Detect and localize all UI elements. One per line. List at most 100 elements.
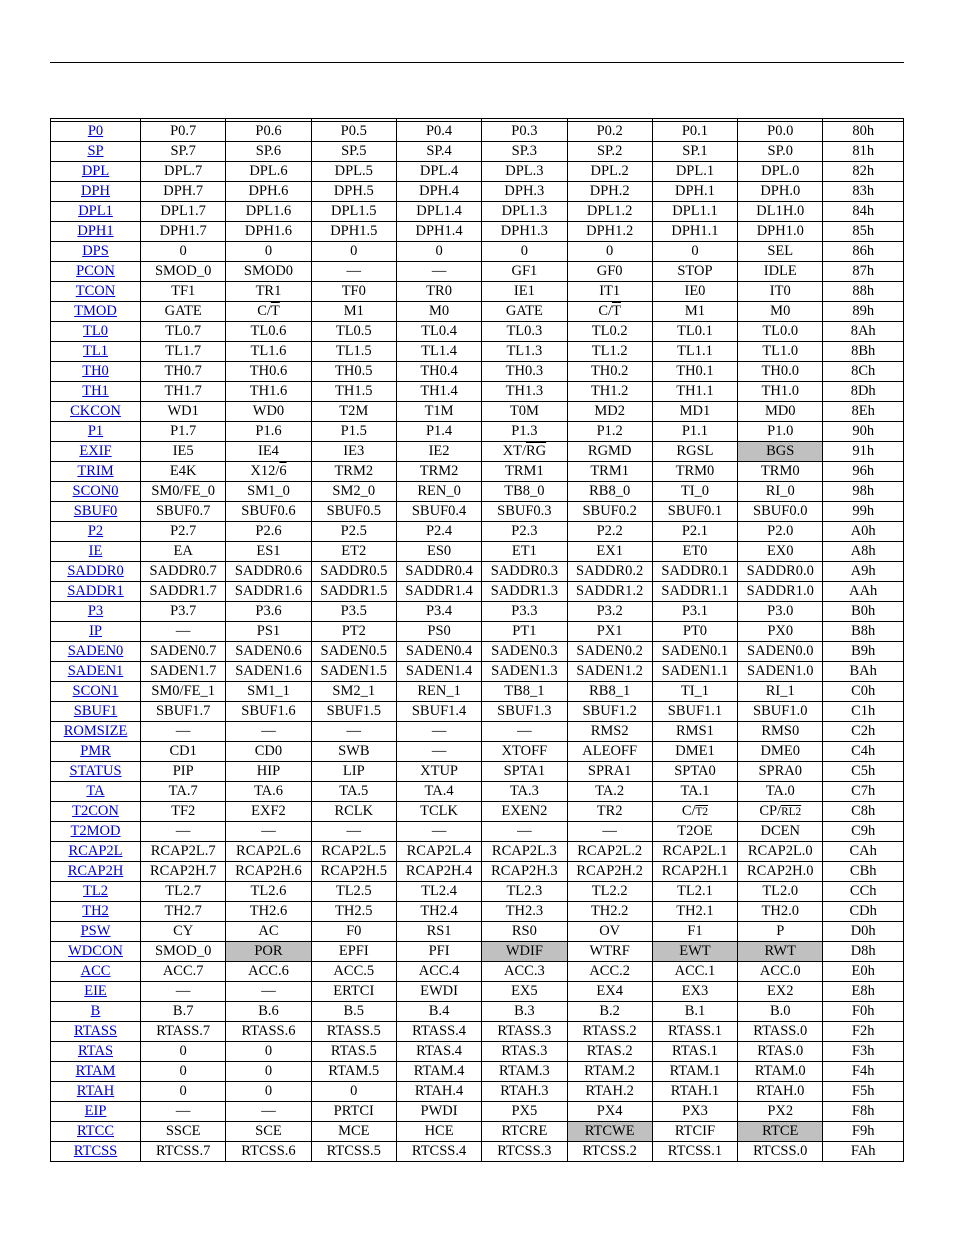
table-row: WDCONSMOD_0POREPFIPFIWDIFWTRFEWTRWTD8h (51, 942, 904, 962)
table-row: STATUSPIPHIPLIPXTUPSPTA1SPRA1SPTA0SPRA0C… (51, 762, 904, 782)
register-link[interactable]: ACC (81, 963, 111, 979)
bit-cell: DPH1.2 (567, 222, 652, 242)
register-link[interactable]: TL2 (83, 883, 108, 899)
register-link[interactable]: SBUF1 (74, 703, 118, 719)
register-link[interactable]: B (91, 1003, 101, 1019)
bit-cell: RTCIF (652, 1122, 737, 1142)
bit-cell: — (396, 262, 481, 282)
register-link[interactable]: RCAP2H (68, 863, 124, 879)
address-cell: A8h (823, 542, 904, 562)
register-link[interactable]: RTAM (76, 1063, 116, 1079)
bit-cell: SADDR1.5 (311, 582, 396, 602)
bit-cell: ET1 (482, 542, 567, 562)
table-row: TATA.7TA.6TA.5TA.4TA.3TA.2TA.1TA.0C7h (51, 782, 904, 802)
bit-cell: SBUF0.2 (567, 502, 652, 522)
bit-cell: TL1.4 (396, 342, 481, 362)
bit-cell: — (396, 722, 481, 742)
register-link[interactable]: PMR (80, 743, 111, 759)
bit-cell: 0 (311, 242, 396, 262)
bit-cell: RWT (738, 942, 823, 962)
bit-cell: SBUF1.0 (738, 702, 823, 722)
register-link[interactable]: T2CON (72, 803, 119, 819)
bit-cell: SP.1 (652, 142, 737, 162)
bit-cell: MD1 (652, 402, 737, 422)
register-link[interactable]: TA (86, 783, 104, 799)
register-link[interactable]: RTAS (78, 1043, 113, 1059)
register-link[interactable]: DPS (82, 243, 109, 259)
register-link[interactable]: RCAP2L (69, 843, 123, 859)
bit-cell: SADEN1.4 (396, 662, 481, 682)
register-link[interactable]: DPH (81, 183, 110, 199)
register-link[interactable]: P2 (88, 523, 103, 539)
table-row: SCON1SM0/FE_1SM1_1SM2_1REN_1TB8_1RB8_1TI… (51, 682, 904, 702)
register-link[interactable]: IE (89, 543, 103, 559)
bit-cell: PIP (141, 762, 226, 782)
bit-cell: ACC.5 (311, 962, 396, 982)
register-link[interactable]: RTCC (77, 1123, 114, 1139)
register-link[interactable]: IP (89, 623, 102, 639)
register-link[interactable]: STATUS (70, 763, 122, 779)
bit-cell: TL0.4 (396, 322, 481, 342)
register-link[interactable]: EIE (84, 983, 107, 999)
bit-cell: — (226, 822, 311, 842)
bit-cell: RTAH.3 (482, 1082, 567, 1102)
bit-cell: B.0 (738, 1002, 823, 1022)
register-link[interactable]: RTCSS (74, 1143, 117, 1159)
bit-cell: WD1 (141, 402, 226, 422)
bit-cell: ET0 (652, 542, 737, 562)
register-link[interactable]: TL0 (83, 323, 108, 339)
register-link[interactable]: P0 (88, 123, 103, 139)
register-link[interactable]: SADEN0 (68, 643, 124, 659)
register-link[interactable]: DPL1 (78, 203, 113, 219)
register-link[interactable]: P3 (88, 603, 103, 619)
bit-cell: TA.1 (652, 782, 737, 802)
bit-cell: RTASS.6 (226, 1022, 311, 1042)
register-link[interactable]: ROMSIZE (64, 723, 128, 739)
register-link[interactable]: SADDR0 (67, 563, 123, 579)
register-link[interactable]: SCON0 (73, 483, 119, 499)
bit-cell: P2.5 (311, 522, 396, 542)
bit-cell: RCAP2H.4 (396, 862, 481, 882)
bit-cell: P1.3 (482, 422, 567, 442)
bit-cell: RTAH.4 (396, 1082, 481, 1102)
bit-cell: TF0 (311, 282, 396, 302)
register-link[interactable]: TH0 (82, 363, 109, 379)
bit-cell: RTAS.1 (652, 1042, 737, 1062)
register-link[interactable]: EXIF (79, 443, 111, 459)
register-link[interactable]: SADDR1 (67, 583, 123, 599)
register-link[interactable]: T2MOD (71, 823, 121, 839)
bit-cell: P2.2 (567, 522, 652, 542)
register-link[interactable]: RTAH (77, 1083, 114, 1099)
register-link[interactable]: TMOD (74, 303, 117, 319)
register-link[interactable]: TL1 (83, 343, 108, 359)
bit-cell: RMS0 (738, 722, 823, 742)
bit-cell: — (141, 982, 226, 1002)
register-link[interactable]: SBUF0 (74, 503, 118, 519)
bit-cell: P0.4 (396, 122, 481, 142)
register-link[interactable]: TCON (76, 283, 115, 299)
bit-cell: RTASS.0 (738, 1022, 823, 1042)
register-link[interactable]: SADEN1 (68, 663, 124, 679)
register-link[interactable]: SP (87, 143, 103, 159)
register-link[interactable]: PCON (76, 263, 115, 279)
register-link[interactable]: TH1 (82, 383, 109, 399)
register-link[interactable]: TH2 (82, 903, 109, 919)
register-link[interactable]: P1 (88, 423, 103, 439)
address-cell: 8Ch (823, 362, 904, 382)
register-link[interactable]: WDCON (68, 943, 123, 959)
register-link[interactable]: EIP (85, 1103, 107, 1119)
register-link[interactable]: PSW (81, 923, 111, 939)
bit-cell: P1.4 (396, 422, 481, 442)
bit-cell: TH2.6 (226, 902, 311, 922)
register-link[interactable]: RTASS (74, 1023, 117, 1039)
register-link[interactable]: TRIM (77, 463, 113, 479)
register-link[interactable]: SCON1 (73, 683, 119, 699)
register-link[interactable]: DPH1 (77, 223, 113, 239)
bit-cell: DPL.2 (567, 162, 652, 182)
register-link[interactable]: DPL (82, 163, 109, 179)
bit-cell: B.7 (141, 1002, 226, 1022)
register-link[interactable]: CKCON (70, 403, 121, 419)
bit-cell: TR2 (567, 802, 652, 822)
sfr-table: P0P0.7P0.6P0.5P0.4P0.3P0.2P0.1P0.080hSPS… (50, 118, 904, 1162)
bit-cell: EWDI (396, 982, 481, 1002)
